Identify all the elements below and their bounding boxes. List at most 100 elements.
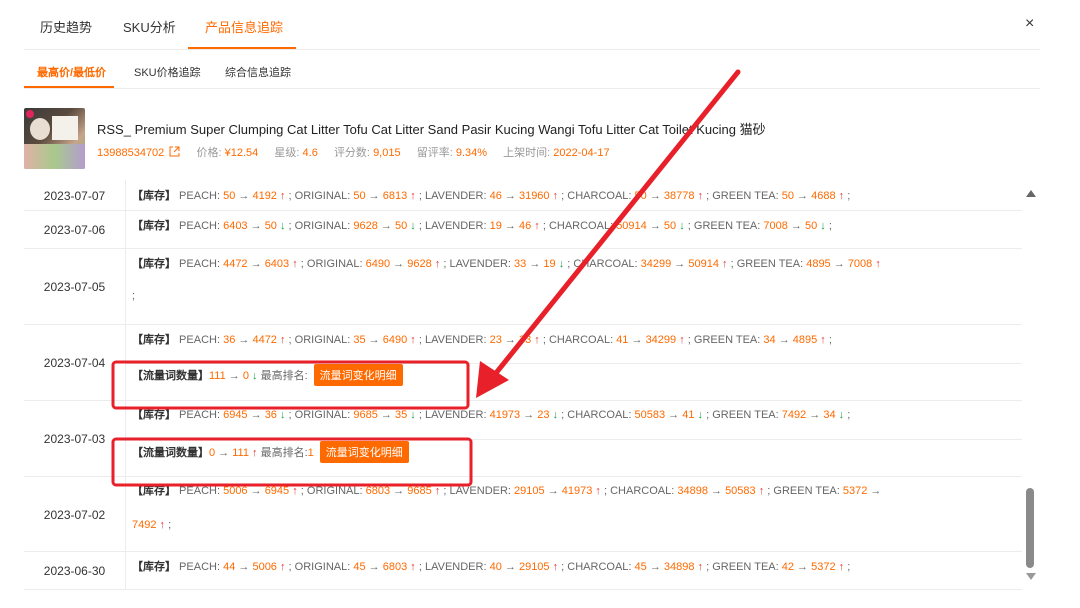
sku-peach-from: 5006: [223, 485, 248, 497]
change-arrow: →: [365, 561, 383, 573]
sku-peach-to: 50: [264, 220, 277, 232]
sku-lavender-label: LAVENDER:: [421, 190, 490, 202]
arrow-down-icon: ↓: [676, 220, 685, 232]
arrow-up-icon: ↑: [817, 334, 826, 346]
sku-original-label: ORIGINAL:: [291, 561, 354, 573]
table-row: 2023-06-30 【库存】 PEACH: 44 → 5006 ↑ ; ORIG…: [24, 552, 1022, 590]
scrollbar-thumb[interactable]: [1026, 488, 1034, 568]
sku-green-tea-to: 7008: [847, 258, 873, 270]
stock-tag: 【库存】: [132, 561, 176, 573]
sku-original-from: 9628: [353, 220, 378, 232]
table-row: 2023-07-06 【库存】 PEACH: 6403 → 50 ↓ ; ORIG…: [24, 211, 1022, 249]
sku-charcoal-from: 50: [634, 190, 647, 202]
arrow-down-icon: ↓: [407, 409, 416, 421]
arrow-down-icon: ↓: [248, 370, 261, 382]
reviews-value: 9,015: [373, 147, 401, 159]
change-arrow: →: [793, 561, 812, 573]
sku-lavender-to: 31960: [518, 190, 550, 202]
row-date: 2023-07-02: [43, 507, 106, 522]
tab-product-tracking[interactable]: 产品信息追踪: [205, 17, 283, 36]
price-label: 价格:: [196, 147, 222, 159]
traffic-keyword-from: 111: [209, 370, 226, 382]
arrow-up-icon: ↑: [407, 190, 416, 202]
product-thumbnail[interactable]: [24, 108, 85, 169]
product-title[interactable]: RSS_ Premium Super Clumping Cat Litter T…: [97, 119, 766, 138]
sku-charcoal-label: CHARCOAL:: [607, 485, 678, 497]
sku-peach-label: PEACH:: [176, 220, 224, 232]
arrow-down-icon: ↓: [276, 220, 286, 232]
scroll-up-icon[interactable]: [1026, 190, 1036, 197]
sku-original-from: 6490: [365, 258, 391, 270]
sku-lavender-label: LAVENDER:: [446, 485, 515, 497]
subtab-max-min-price[interactable]: 最高价/最低价: [37, 64, 106, 80]
sku-lavender-from: 29105: [514, 485, 545, 497]
stock-change-line: 【库存】 PEACH: 36 → 4472 ↑ ; ORIGINAL: 35 →…: [132, 331, 832, 347]
row-date: 2023-07-07: [43, 188, 106, 203]
arrow-up-icon: ↑: [276, 561, 286, 573]
change-arrow: →: [787, 220, 805, 232]
tab-history-trend[interactable]: 历史趋势: [40, 17, 92, 36]
sku-charcoal-from: 34898: [677, 485, 708, 497]
change-arrow: →: [225, 370, 243, 382]
stock-tag: 【库存】: [132, 258, 176, 270]
subtab-overall-tracking[interactable]: 综合信息追踪: [225, 64, 291, 80]
sku-lavender-to: 23: [537, 409, 550, 421]
stock-change-line: 【库存】 PEACH: 6945 → 36 ↓ ; ORIGINAL: 9685…: [132, 406, 850, 422]
sku-lavender-from: 33: [514, 258, 527, 270]
sku-charcoal-from: 45: [634, 561, 647, 573]
sku-peach-label: PEACH:: [176, 485, 224, 497]
subtab-sku-price-tracking[interactable]: SKU价格追踪: [134, 64, 201, 80]
keyword-change-detail-button[interactable]: 流量词变化明细: [313, 364, 403, 386]
scroll-down-icon[interactable]: [1026, 573, 1036, 580]
separator: ;: [844, 190, 851, 202]
change-arrow: →: [235, 334, 253, 346]
vertical-scrollbar[interactable]: [1024, 180, 1038, 590]
traffic-keyword-to: 111: [232, 447, 249, 459]
sku-original-label: ORIGINAL:: [291, 190, 354, 202]
sku-original-from: 6803: [365, 485, 391, 497]
sku-green-tea-to: 4688: [811, 190, 836, 202]
sku-charcoal-to: 38778: [663, 190, 695, 202]
arrow-down-icon: ↓: [555, 258, 565, 270]
change-arrow: →: [867, 485, 882, 497]
sku-peach-to: 4472: [252, 334, 277, 346]
column-divider: [125, 477, 126, 551]
keyword-change-detail-button[interactable]: 流量词变化明细: [319, 441, 409, 463]
change-arrow: →: [707, 485, 726, 497]
sku-green-tea-from: 50: [781, 190, 794, 202]
arrow-up-icon: ↑: [694, 190, 704, 202]
stock-tag: 【库存】: [132, 485, 176, 497]
sku-green-tea-label: GREEN TEA:: [733, 258, 807, 270]
separator: ;: [165, 519, 172, 531]
sku-charcoal-from: 50914: [616, 220, 647, 232]
traffic-keyword-line: 【流量词数量】111 → 0 ↓ 最高排名: 流量词变化明细: [132, 364, 403, 386]
change-arrow: →: [247, 220, 265, 232]
sku-lavender-from: 40: [489, 561, 502, 573]
stock-change-line-continued: ;: [132, 290, 135, 302]
litter-colors-image: [24, 144, 85, 169]
sku-original-label: ORIGINAL:: [291, 220, 354, 232]
product-id-link[interactable]: 13988534702: [97, 147, 164, 159]
change-arrow: →: [665, 409, 683, 421]
column-divider: [125, 249, 126, 324]
close-icon[interactable]: ×: [1025, 15, 1034, 33]
sku-original-to: 50: [394, 220, 408, 232]
sku-original-from: 45: [353, 561, 366, 573]
arrow-up-icon: ↑: [289, 485, 298, 497]
sku-peach-to: 36: [264, 409, 277, 421]
sku-peach-label: PEACH:: [176, 334, 224, 346]
change-arrow: →: [806, 409, 824, 421]
sku-charcoal-to: 34898: [663, 561, 695, 573]
arrow-up-icon: ↑: [835, 561, 845, 573]
review-rate-value: 9.34%: [455, 147, 488, 159]
separator: ;: [825, 334, 832, 346]
change-arrow: →: [646, 561, 664, 573]
change-arrow: →: [544, 485, 562, 497]
sku-lavender-label: LAVENDER:: [421, 561, 490, 573]
arrow-up-icon: ↑: [755, 485, 765, 497]
sku-lavender-label: LAVENDER:: [446, 258, 515, 270]
tab-sku-analysis[interactable]: SKU分析: [123, 17, 176, 36]
arrow-up-icon: ↑: [549, 190, 559, 202]
external-link-icon[interactable]: [169, 146, 180, 157]
sku-green-tea-label: GREEN TEA:: [690, 334, 764, 346]
